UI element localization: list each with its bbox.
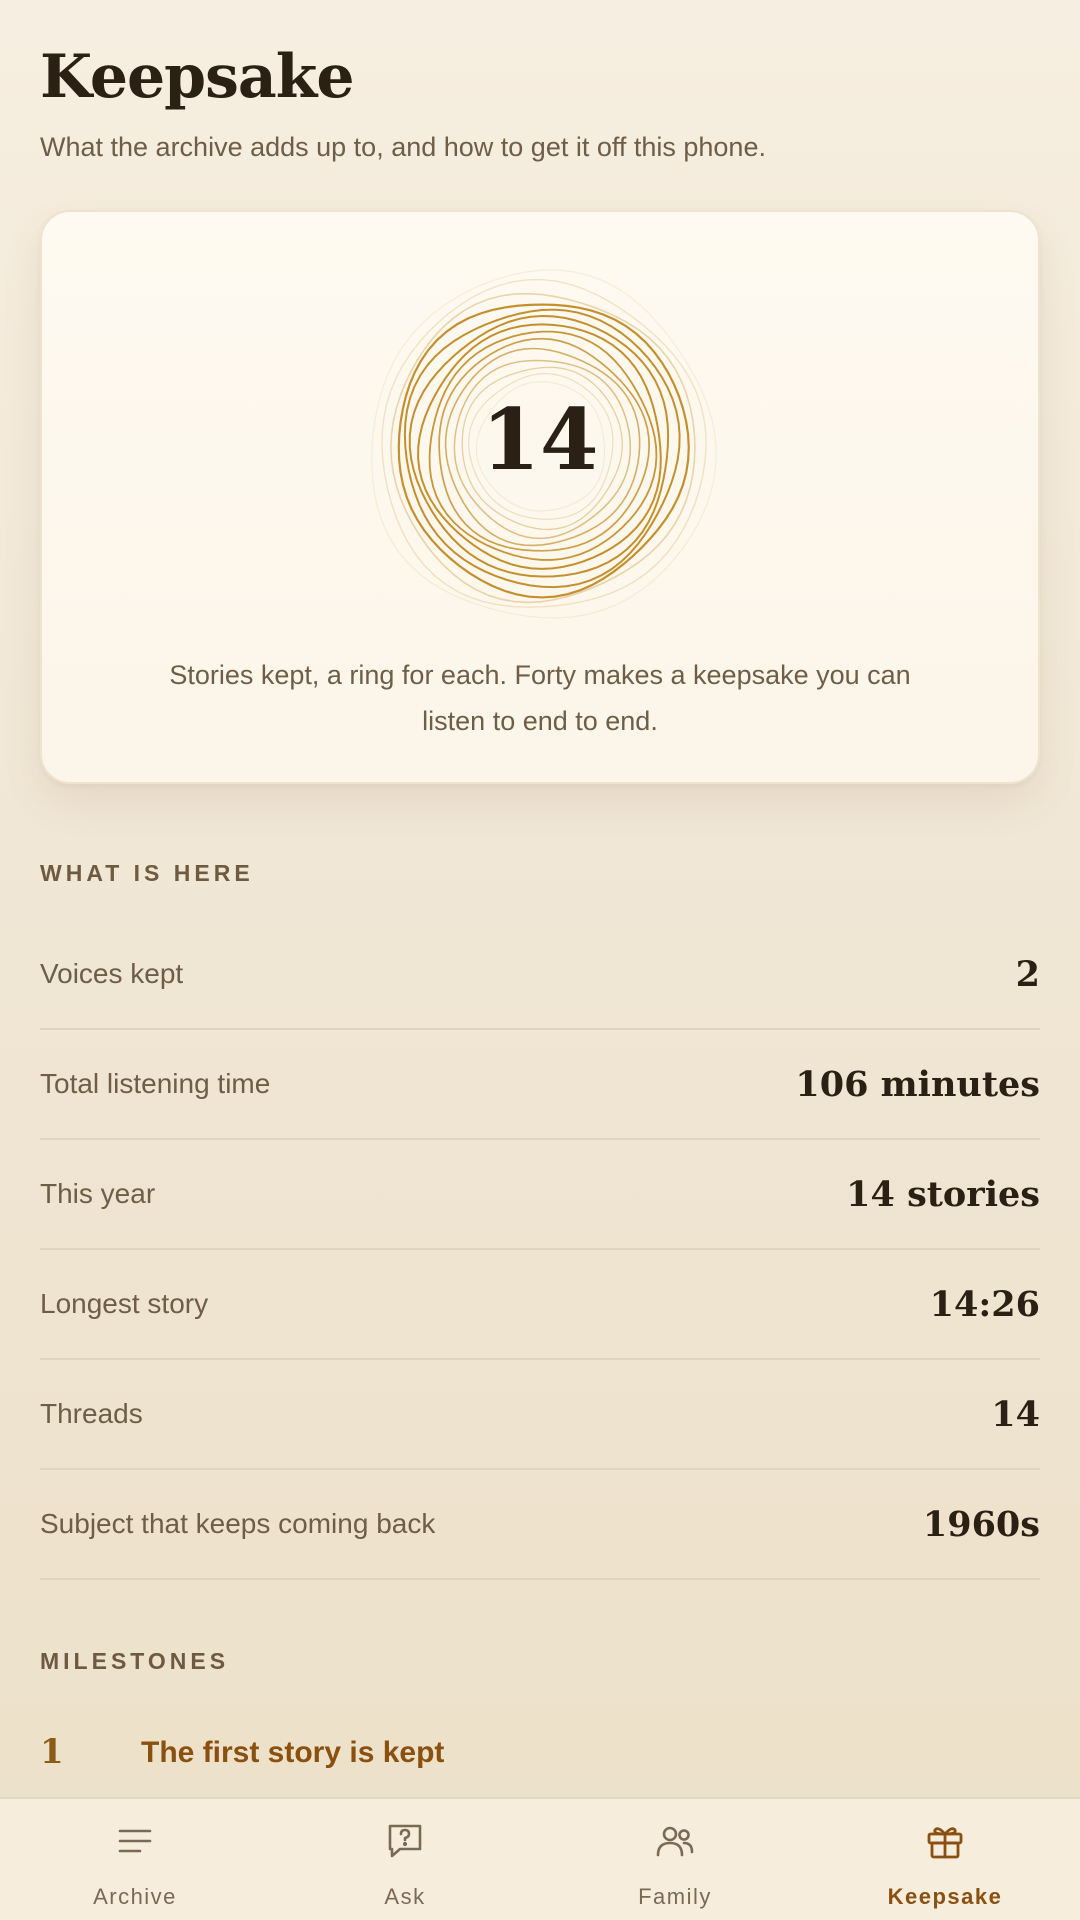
stats-list: Voices kept 2 Total listening time 106 m… [40,920,1040,1580]
nav-label: Ask [384,1884,426,1909]
nav-label: Family [638,1884,712,1909]
people-icon [656,1826,694,1857]
stat-value: 14 [991,1393,1040,1435]
stat-row-longest-story: Longest story 14:26 [40,1250,1040,1360]
bottom-nav: Archive Ask Family Keepsake [0,1797,1080,1920]
stat-label: Total listening time [40,1068,271,1099]
stat-value: 14 stories [846,1173,1040,1215]
gift-icon [927,1827,963,1859]
milestone-number: 1 [40,1732,64,1772]
stat-label: Subject that keeps coming back [40,1508,436,1539]
page-title: Keepsake [40,42,355,112]
stat-value: 106 minutes [795,1063,1040,1105]
stat-value: 1960s [922,1503,1040,1545]
nav-tab-ask[interactable]: Ask [270,1799,540,1920]
nav-tab-family[interactable]: Family [540,1799,810,1920]
rings-caption: Stories kept, a ring for each. Forty mak… [169,660,911,736]
stat-label: Threads [40,1398,143,1429]
nav-label: Archive [93,1884,177,1909]
stat-value: 2 [1015,953,1040,995]
stat-label: Voices kept [40,958,184,989]
stat-label: Longest story [40,1288,209,1319]
section-title-milestones: MILESTONES [40,1648,230,1674]
stat-row-voices-kept: Voices kept 2 [40,920,1040,1030]
nav-tab-archive[interactable]: Archive [0,1799,270,1920]
stat-row-this-year: This year 14 stories [40,1140,1040,1250]
nav-label: Keepsake [887,1884,1003,1909]
menu-lines-icon [118,1829,152,1853]
page-subtitle: What the archive adds up to, and how to … [40,132,766,162]
stat-row-recurring-subject: Subject that keeps coming back 1960s [40,1470,1040,1580]
nav-tab-keepsake[interactable]: Keepsake [810,1799,1080,1920]
milestone-item[interactable]: 1 The first story is kept [40,1730,1040,1780]
section-title-what-is-here: WHAT IS HERE [40,860,254,886]
question-bubble-icon [388,1824,422,1858]
stat-label: This year [40,1178,156,1209]
stat-row-total-listening-time: Total listening time 106 minutes [40,1030,1040,1140]
stories-count: 14 [481,390,599,489]
stat-value: 14:26 [929,1283,1040,1325]
milestone-title: The first story is kept [141,1736,445,1769]
stat-row-threads: Threads 14 [40,1360,1040,1470]
story-rings-card: 14 Stories kept, a ring for each. Forty … [40,210,1040,784]
